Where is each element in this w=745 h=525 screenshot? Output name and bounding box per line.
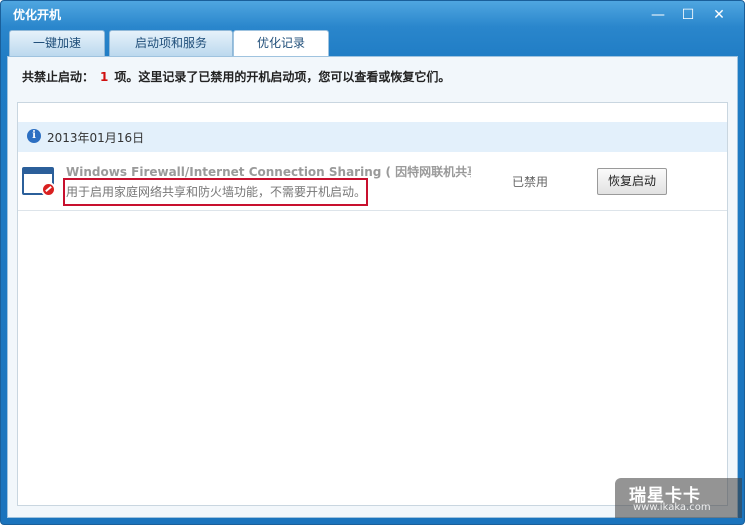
info-icon: i: [27, 129, 41, 143]
log-list: i 2013年01月16日 Windows Firewall/Internet …: [17, 102, 728, 506]
ban-icon: [41, 182, 56, 197]
group-date: 2013年01月16日: [47, 131, 145, 145]
main-panel: 共禁止启动： 1 项。这里记录了已禁用的开机启动项，您可以查看或恢复它们。 i 20…: [7, 56, 738, 518]
disabled-count: 1: [100, 70, 109, 84]
watermark-logo: 瑞星卡卡 www.ikaka.com: [615, 478, 742, 518]
watermark-url: www.ikaka.com: [633, 502, 711, 513]
restore-startup-button[interactable]: 恢复启动: [597, 168, 667, 195]
annotation-highlight-box: [63, 178, 368, 206]
summary-text: 共禁止启动： 1 项。这里记录了已禁用的开机启动项，您可以查看或恢复它们。: [22, 68, 450, 85]
summary-suffix: 项。这里记录了已禁用的开机启动项，您可以查看或恢复它们。: [114, 70, 451, 84]
app-window: 优化开机 — ☐ ✕ 一键加速 启动项和服务 优化记录 共禁止启动： 1 项。这里记…: [0, 0, 745, 525]
maximize-button[interactable]: ☐: [677, 5, 699, 25]
close-button[interactable]: ✕: [708, 5, 730, 25]
summary-prefix: 共禁止启动：: [22, 70, 95, 84]
blocked-app-icon: [22, 167, 56, 197]
tab-one-click-speedup[interactable]: 一键加速: [9, 30, 105, 56]
date-group-header: i 2013年01月16日: [18, 122, 727, 152]
item-status: 已禁用: [512, 175, 549, 189]
title-bar[interactable]: 优化开机 — ☐ ✕: [1, 1, 744, 29]
window-title: 优化开机: [13, 8, 62, 22]
tab-optimization-log[interactable]: 优化记录: [233, 30, 329, 57]
minimize-button[interactable]: —: [647, 5, 669, 25]
tab-startup-services[interactable]: 启动项和服务: [109, 30, 233, 56]
list-item[interactable]: Windows Firewall/Internet Connection Sha…: [18, 153, 727, 211]
